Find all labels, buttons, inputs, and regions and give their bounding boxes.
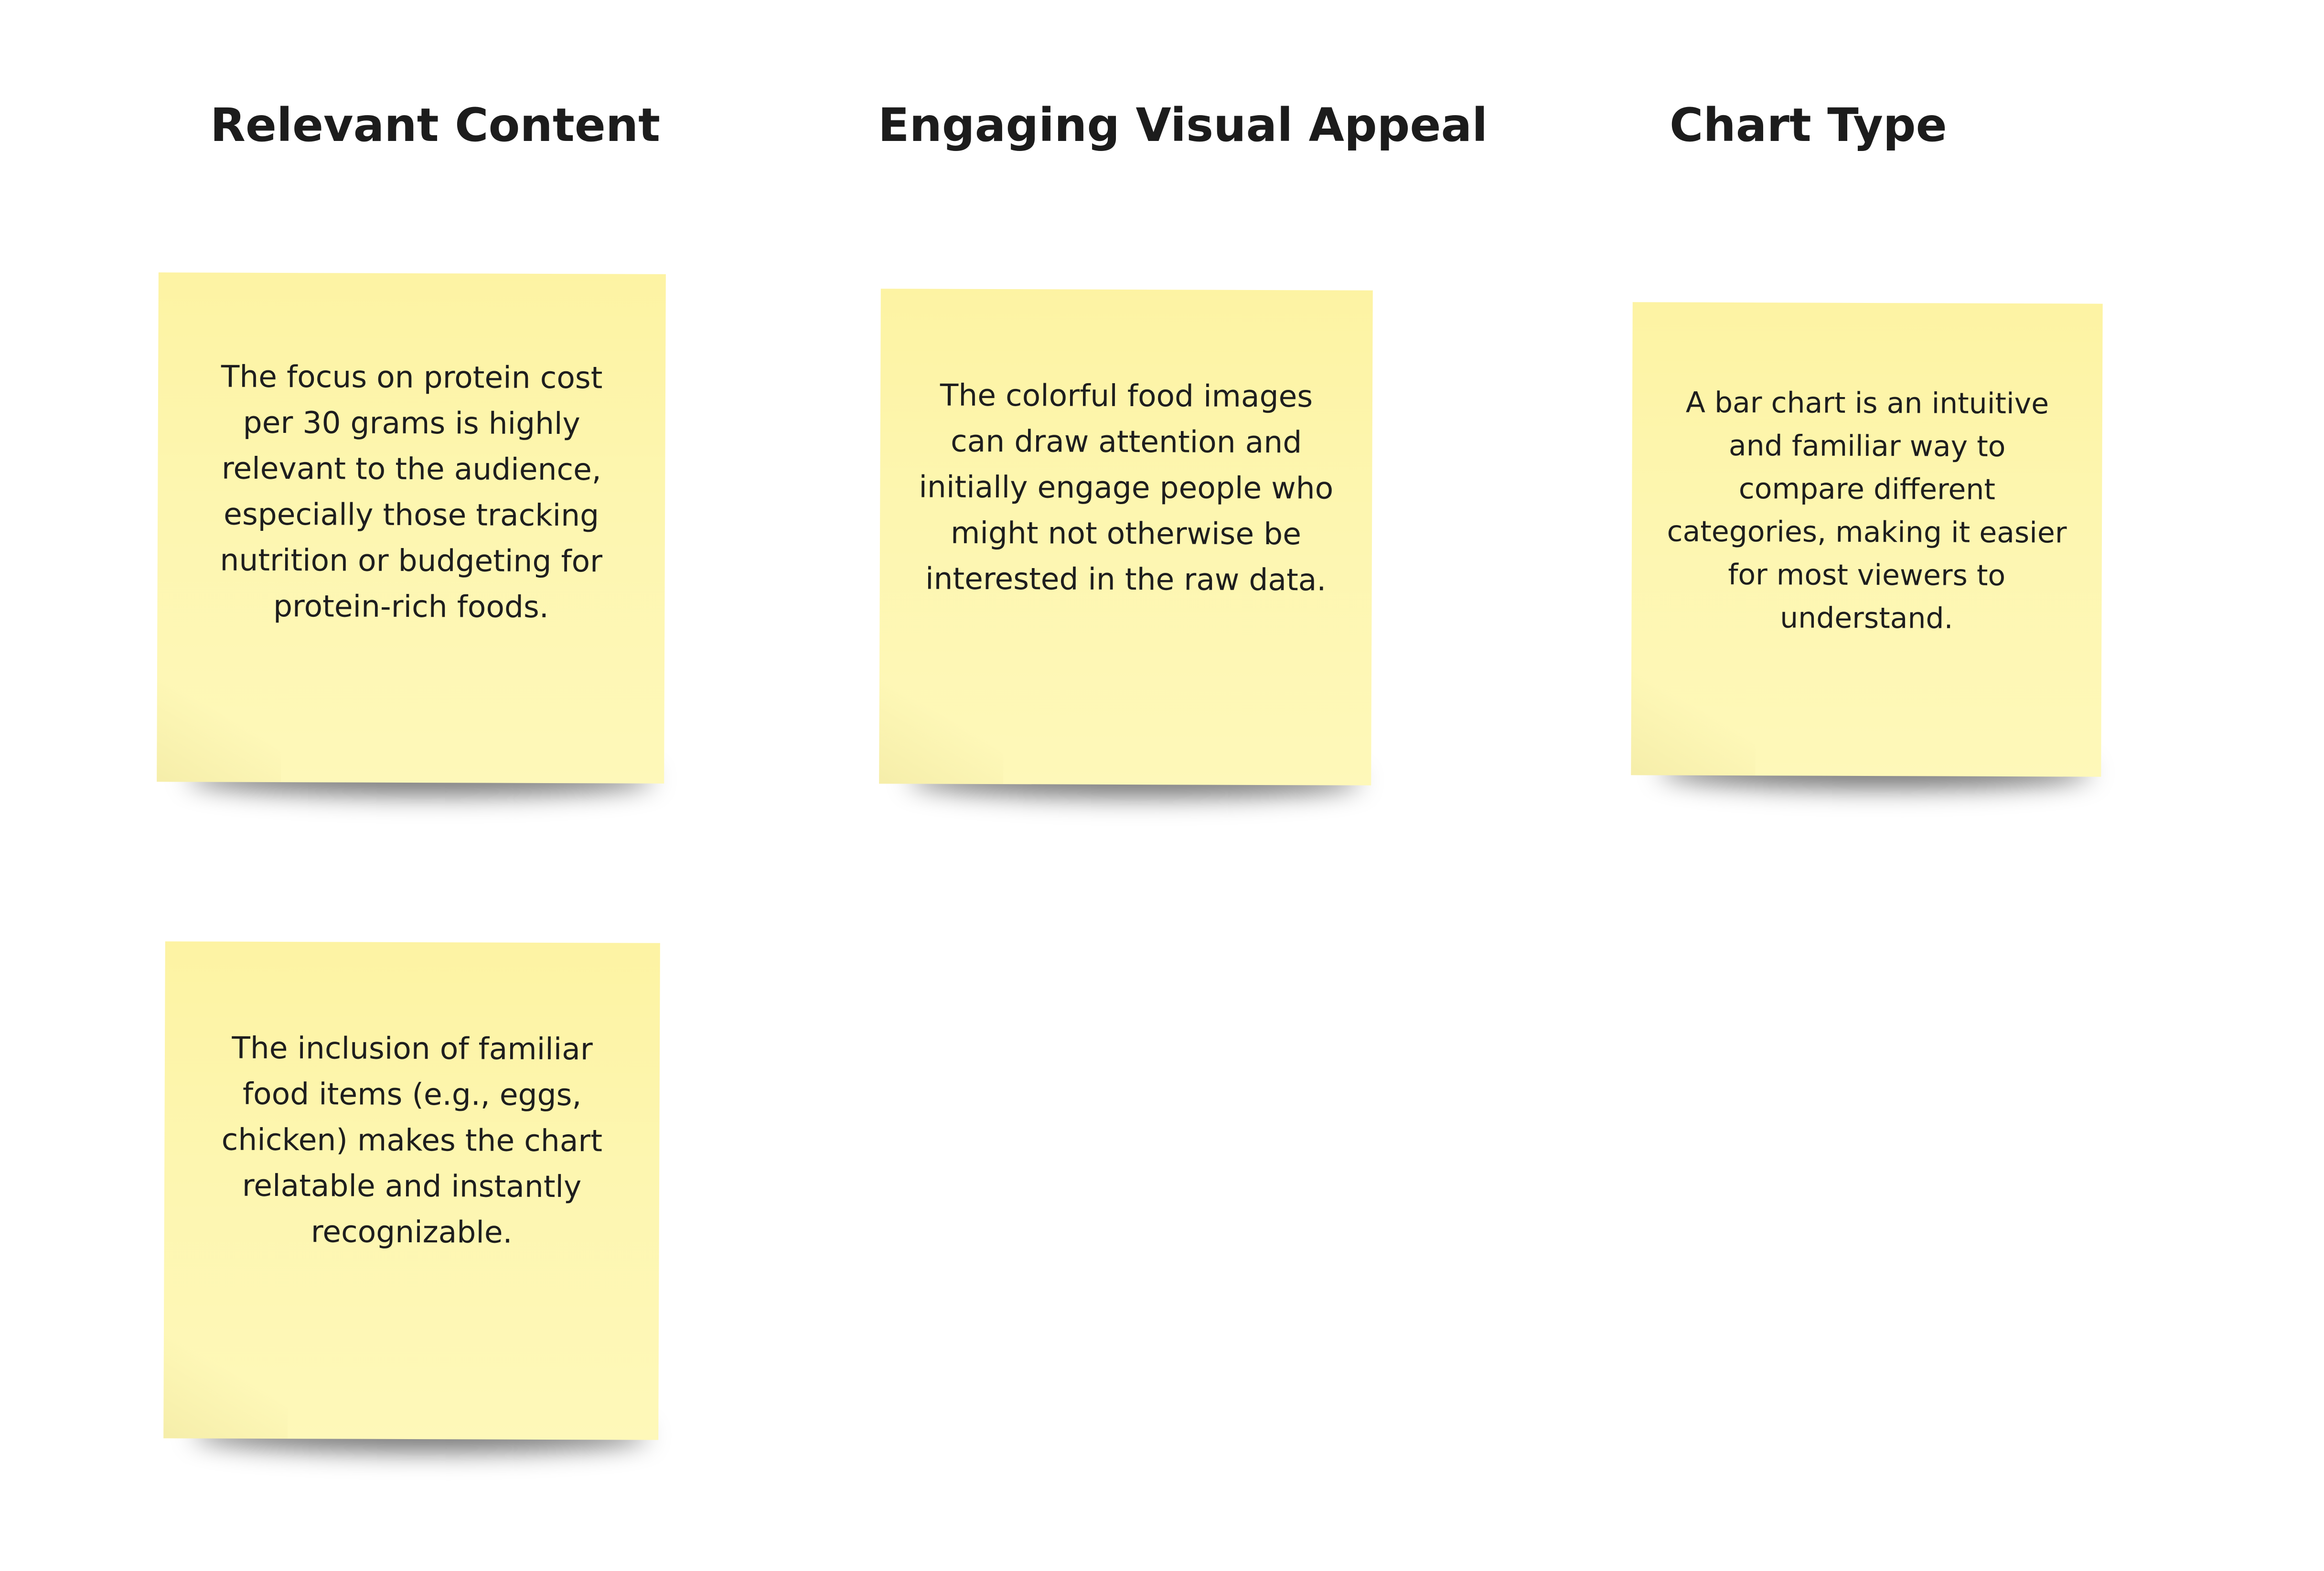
- column-heading-engaging-visual-appeal: Engaging Visual Appeal: [878, 98, 1488, 152]
- sticky-note-text: The focus on protein cost per 30 grams i…: [220, 359, 603, 625]
- sticky-note-body[interactable]: The focus on protein cost per 30 grams i…: [157, 272, 666, 784]
- sticky-note-body[interactable]: A bar chart is an intuitive and familiar…: [1631, 302, 2103, 777]
- sticky-note-relevant-content-2[interactable]: The inclusion of familiar food items (e.…: [163, 941, 660, 1453]
- sticky-note-text: The inclusion of familiar food items (e.…: [221, 1030, 603, 1250]
- column-heading-chart-type: Chart Type: [1670, 98, 1947, 152]
- sticky-note-body[interactable]: The inclusion of familiar food items (e.…: [163, 941, 660, 1440]
- column-heading-relevant-content: Relevant Content: [210, 98, 661, 152]
- sticky-note-engaging-visual-appeal-1[interactable]: The colorful food images can draw attent…: [879, 289, 1373, 798]
- whiteboard-canvas: Relevant Content Engaging Visual Appeal …: [0, 0, 2324, 1571]
- sticky-note-text: A bar chart is an intuitive and familiar…: [1667, 386, 2067, 635]
- sticky-note-relevant-content-1[interactable]: The focus on protein cost per 30 grams i…: [157, 272, 666, 796]
- sticky-note-text: The colorful food images can draw attent…: [919, 377, 1334, 598]
- sticky-note-chart-type-1[interactable]: A bar chart is an intuitive and familiar…: [1631, 302, 2103, 789]
- sticky-note-body[interactable]: The colorful food images can draw attent…: [879, 289, 1373, 786]
